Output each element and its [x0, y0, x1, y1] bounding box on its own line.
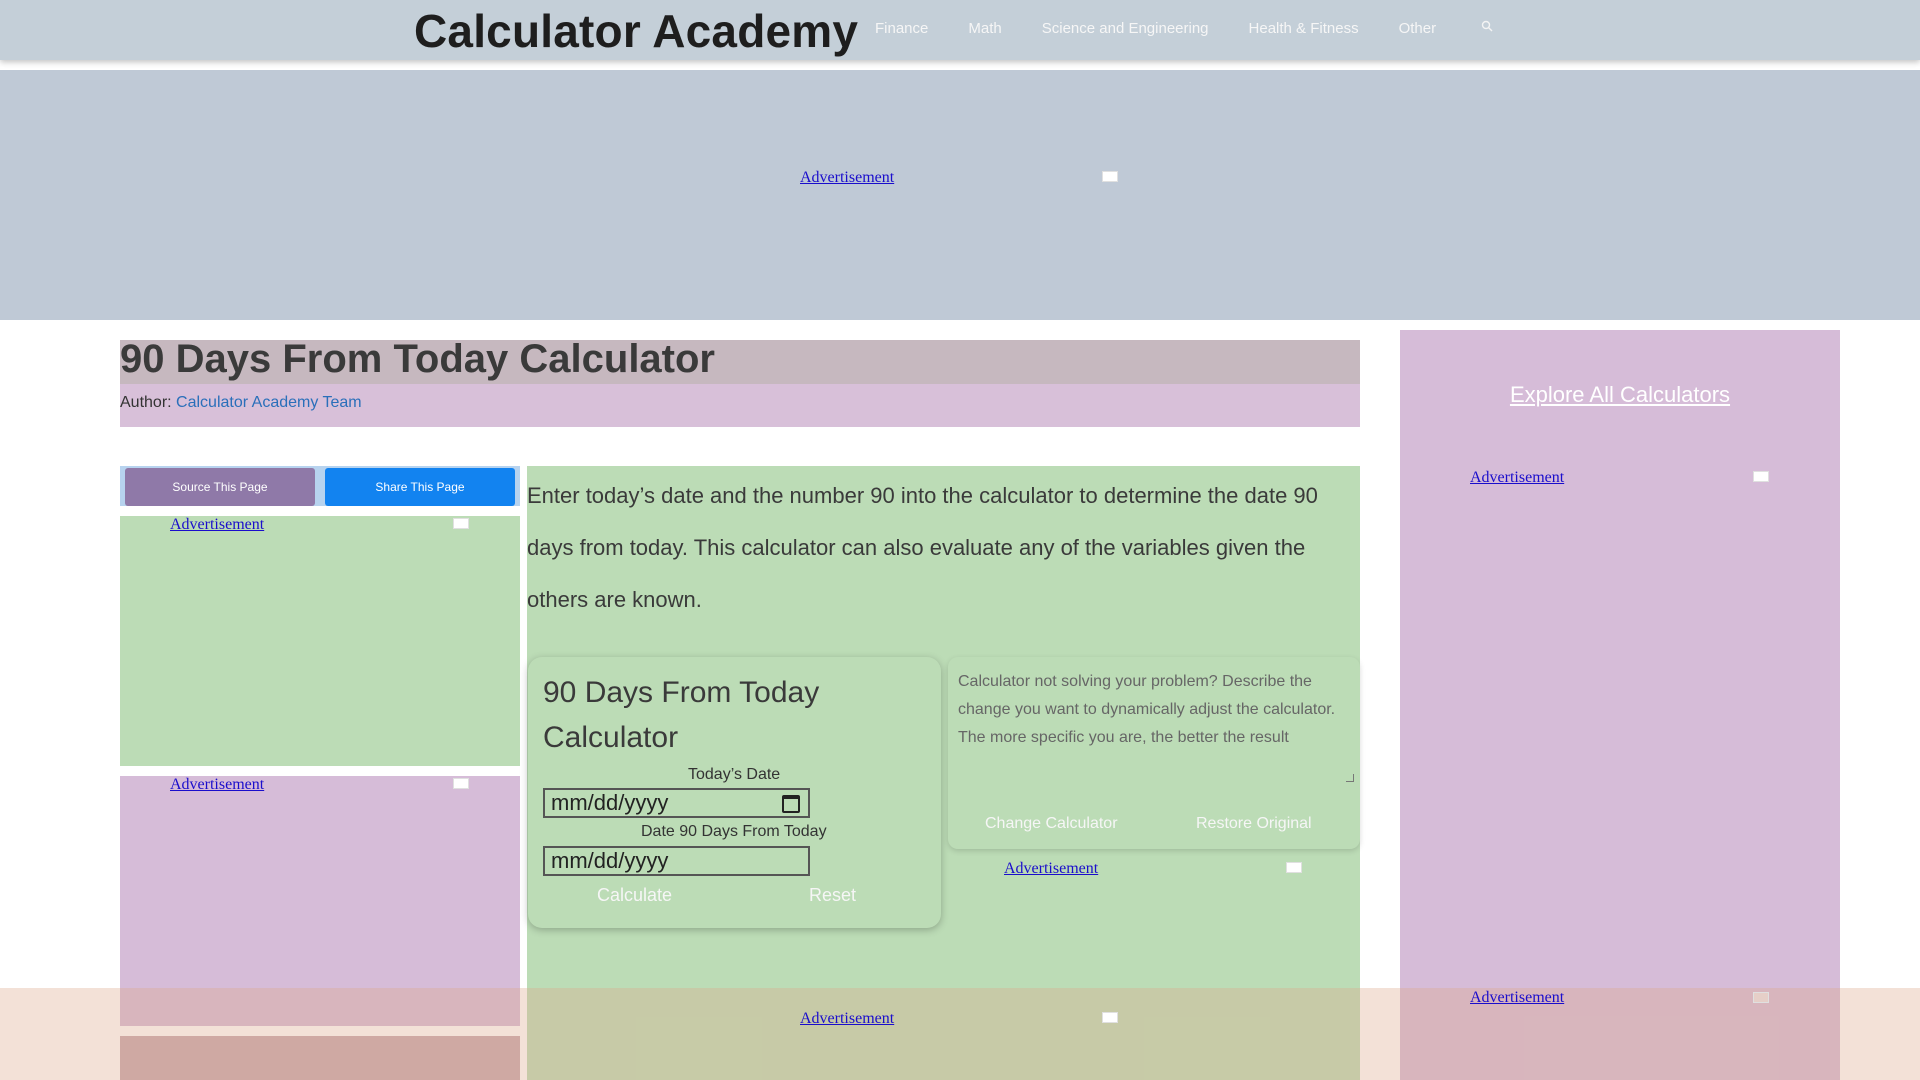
todays-date-input[interactable]: mm/dd/yyyy — [543, 788, 810, 818]
calendar-icon[interactable] — [782, 795, 800, 813]
ad-choices-icon[interactable] — [1286, 862, 1302, 873]
ad-choices-icon[interactable] — [1102, 1012, 1118, 1023]
author-prefix: Author: — [120, 394, 172, 411]
explore-all-calculators-link[interactable]: Explore All Calculators — [1400, 382, 1840, 408]
right-sidebar — [1400, 330, 1840, 1080]
search-icon[interactable] — [1481, 20, 1493, 35]
top-banner-ad — [0, 70, 1920, 320]
calculate-button[interactable]: Calculate — [597, 885, 672, 906]
reset-button[interactable]: Reset — [809, 885, 856, 906]
future-date-label: Date 90 Days From Today — [641, 823, 827, 840]
ad-choices-icon[interactable] — [453, 518, 469, 529]
todays-date-value: mm/dd/yyyy — [551, 790, 669, 815]
advertisement-link[interactable]: Advertisement — [170, 516, 264, 534]
main-nav: Finance Math Science and Engineering Hea… — [875, 20, 1476, 37]
textarea-resize-handle[interactable] — [1346, 774, 1354, 782]
left-ad-slot-1 — [120, 516, 520, 766]
restore-original-button[interactable]: Restore Original — [1196, 815, 1312, 833]
site-logo[interactable]: Calculator Academy — [414, 4, 858, 58]
author-link[interactable]: Calculator Academy Team — [176, 394, 362, 411]
advertisement-link[interactable]: Advertisement — [170, 776, 264, 794]
nav-science-engineering[interactable]: Science and Engineering — [1042, 20, 1209, 37]
advertisement-link[interactable]: Advertisement — [1470, 469, 1564, 487]
page-title: 90 Days From Today Calculator — [120, 337, 715, 381]
future-date-input[interactable]: mm/dd/yyyy — [543, 846, 810, 876]
change-calculator-button[interactable]: Change Calculator — [985, 815, 1118, 833]
future-date-value: mm/dd/yyyy — [551, 848, 669, 873]
bottom-sticky-ad — [0, 988, 1920, 1080]
ad-choices-icon[interactable] — [1102, 171, 1118, 182]
advertisement-link[interactable]: Advertisement — [1470, 989, 1564, 1007]
advertisement-link[interactable]: Advertisement — [800, 1010, 894, 1028]
ad-choices-icon[interactable] — [453, 778, 469, 789]
share-page-button[interactable]: Share This Page — [325, 468, 515, 506]
author-line: Author: Calculator Academy Team — [120, 394, 362, 412]
calculator-title: 90 Days From Today Calculator — [543, 676, 820, 754]
nav-math[interactable]: Math — [968, 20, 1001, 37]
advertisement-link[interactable]: Advertisement — [800, 169, 894, 187]
intro-text: Enter today’s date and the number 90 int… — [527, 483, 1318, 612]
adjust-request-textarea[interactable]: Calculator not solving your problem? Des… — [958, 668, 1348, 752]
todays-date-label: Today’s Date — [688, 766, 781, 783]
nav-other[interactable]: Other — [1399, 20, 1437, 37]
nav-finance[interactable]: Finance — [875, 20, 928, 37]
source-page-button[interactable]: Source This Page — [125, 468, 315, 506]
ad-choices-icon[interactable] — [1753, 992, 1769, 1003]
advertisement-link[interactable]: Advertisement — [1004, 860, 1098, 878]
nav-health-fitness[interactable]: Health & Fitness — [1249, 20, 1359, 37]
ad-choices-icon[interactable] — [1753, 471, 1769, 482]
